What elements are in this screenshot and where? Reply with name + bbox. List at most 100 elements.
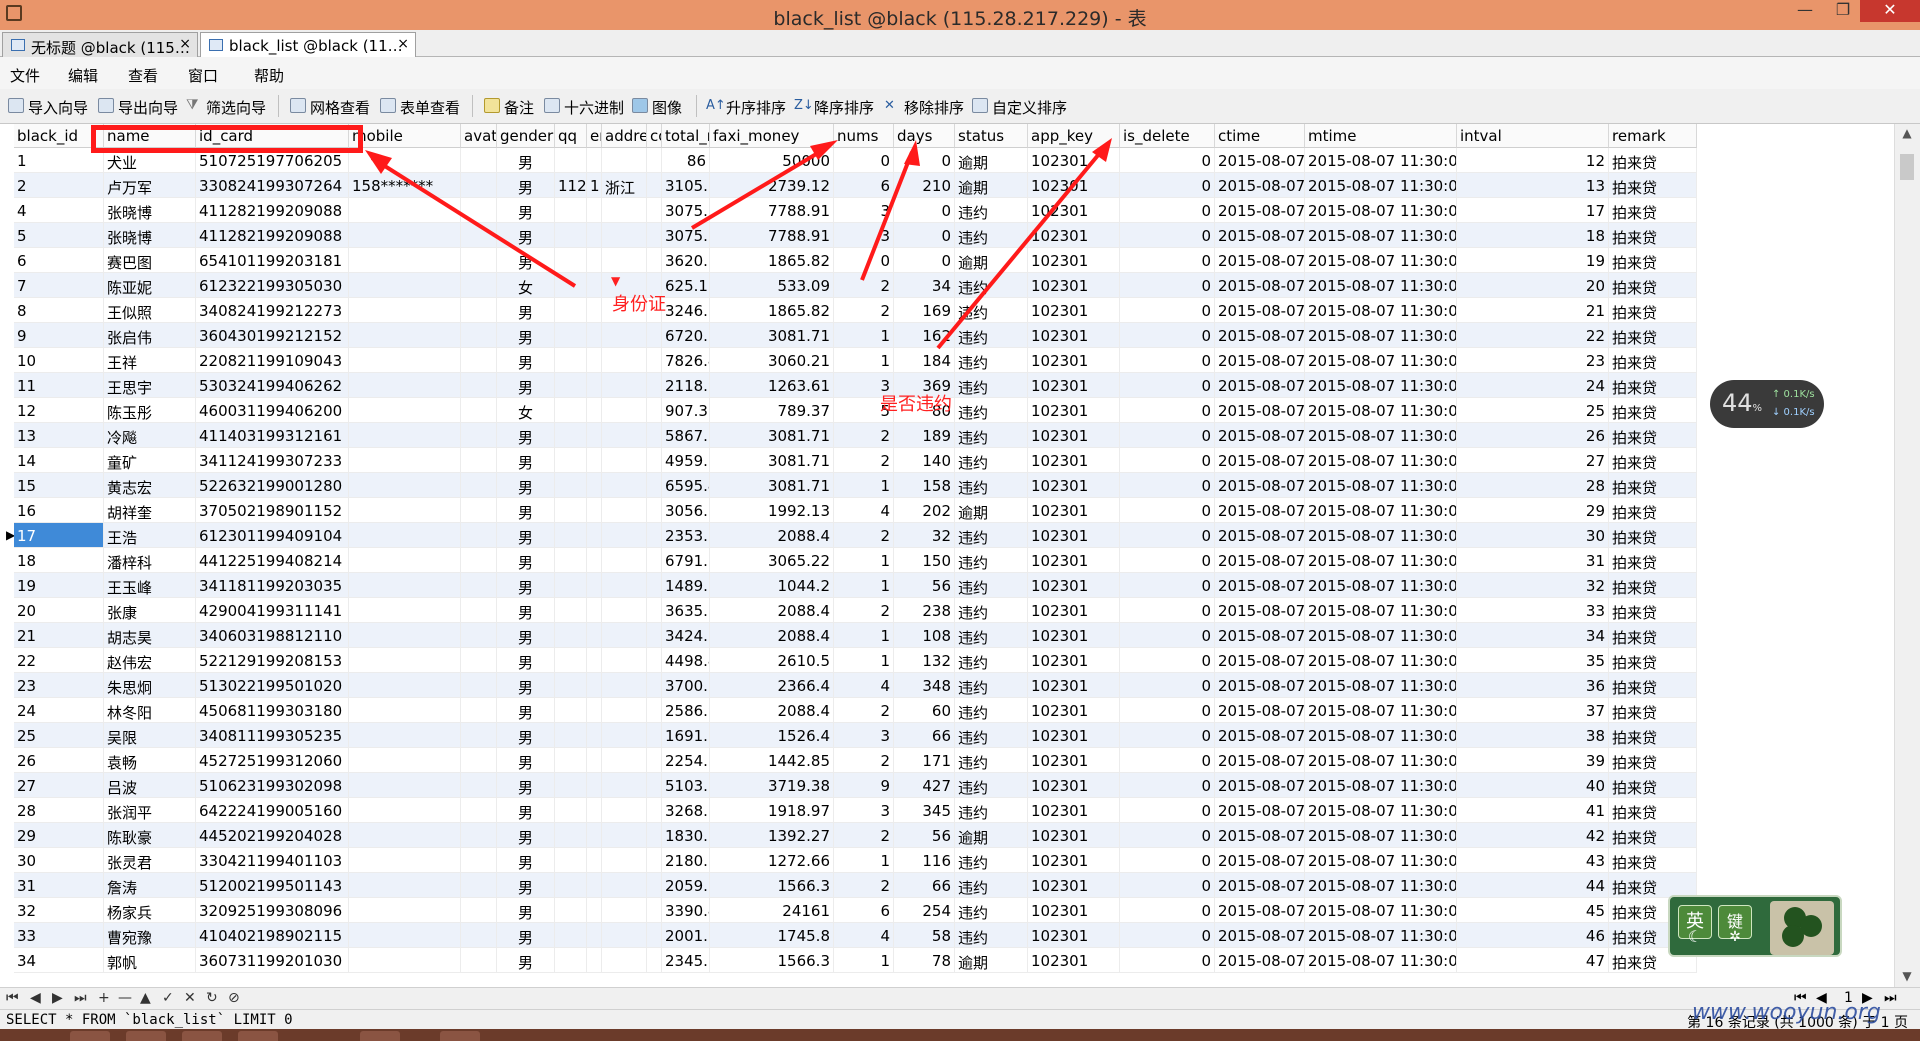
taskbar-app-icon[interactable] [70,1031,110,1041]
filter-wizard-button[interactable]: ⧩ 筛选向导 [186,97,266,118]
table-cell-email[interactable] [587,873,602,898]
table-cell-status[interactable]: 违约 [955,798,1028,823]
table-cell-intval[interactable]: 28 [1457,473,1609,498]
table-cell-days[interactable]: 116 [894,848,955,873]
remove-sort-button[interactable]: ✕ 移除排序 [884,97,964,118]
table-cell-intval[interactable]: 13 [1457,173,1609,198]
table-cell-qq[interactable] [555,498,587,523]
table-cell-gender[interactable]: 男 [497,498,555,523]
table-cell-nums[interactable]: 2 [834,698,894,723]
column-header-gender[interactable]: gender [497,124,555,148]
table-cell-nums[interactable]: 3 [834,798,894,823]
table-cell-app-key[interactable]: 102301 [1028,673,1120,698]
table-cell-total-money[interactable]: 5867.62 [662,423,710,448]
table-cell-gender[interactable]: 男 [497,323,555,348]
table-cell-id-card[interactable]: 411403199312161 [196,423,349,448]
table-cell-gender[interactable]: 男 [497,523,555,548]
table-cell-days[interactable]: 189 [894,423,955,448]
table-cell-avatar[interactable] [461,173,497,198]
table-cell-remark[interactable]: 拍来贷 [1609,348,1697,373]
table-cell-is-delete[interactable]: 0 [1120,273,1215,298]
table-cell-intval[interactable]: 47 [1457,948,1609,973]
table-cell-mtime[interactable]: 2015-08-07 11:30:03 [1305,723,1457,748]
table-cell-remark[interactable]: 拍来贷 [1609,248,1697,273]
table-cell-is-delete[interactable]: 0 [1120,648,1215,673]
table-cell-email[interactable] [587,323,602,348]
table-cell-name[interactable]: 吕波 [104,773,196,798]
table-cell-is-delete[interactable]: 0 [1120,223,1215,248]
table-cell-black-id[interactable]: 28 [14,798,104,823]
table-cell-email[interactable] [587,548,602,573]
table-cell-address[interactable] [602,448,647,473]
column-header-app-key[interactable]: app_key [1028,124,1120,148]
table-cell-qq[interactable] [555,923,587,948]
tab-untitled-query[interactable]: 无标题 @black (115… × [2,32,198,57]
table-cell-total-money[interactable]: 2001.19 [662,923,710,948]
table-cell-app-key[interactable]: 102301 [1028,473,1120,498]
table-cell-mtime[interactable]: 2015-08-07 11:30:02 [1305,648,1457,673]
table-cell-id-card[interactable]: 510623199302098 [196,773,349,798]
table-cell-gender[interactable]: 男 [497,573,555,598]
table-cell-intval[interactable]: 32 [1457,573,1609,598]
table-cell-nums[interactable]: 1 [834,323,894,348]
table-cell-name[interactable]: 林冬阳 [104,698,196,723]
table-cell-avatar[interactable] [461,273,497,298]
tab-black-list[interactable]: black_list @black (11… × [200,32,416,57]
table-cell-gender[interactable]: 男 [497,623,555,648]
table-cell-avatar[interactable] [461,373,497,398]
table-cell-ctime[interactable]: 2015-08-07 11:30:02 [1215,648,1305,673]
table-cell-mobile[interactable] [349,198,461,223]
table-cell-id-card[interactable]: 513022199501020 [196,673,349,698]
table-cell-name[interactable]: 陈玉彤 [104,398,196,423]
pager-last-icon[interactable]: ⏭ [1884,990,1897,1006]
table-cell-is-delete[interactable]: 0 [1120,323,1215,348]
table-cell-total-money[interactable]: 3635.18 [662,598,710,623]
table-cell-qq[interactable] [555,648,587,673]
table-cell-name[interactable]: 张润平 [104,798,196,823]
table-cell-avatar[interactable] [461,423,497,448]
menu-edit[interactable]: 编辑 [68,65,98,86]
table-cell-total-money[interactable]: 7826.45 [662,348,710,373]
table-cell-black-id[interactable]: 20 [14,598,104,623]
table-cell-email[interactable] [587,948,602,973]
table-cell-days[interactable]: 56 [894,573,955,598]
table-cell-intval[interactable]: 23 [1457,348,1609,373]
table-cell-email[interactable] [587,273,602,298]
table-cell-total-money[interactable]: 4498.46 [662,648,710,673]
table-cell-black-id[interactable]: 14 [14,448,104,473]
table-cell-avatar[interactable] [461,573,497,598]
table-cell-qq[interactable] [555,248,587,273]
table-cell-avatar[interactable] [461,523,497,548]
export-wizard-button[interactable]: 导出向导 [98,97,178,118]
table-cell-avatar[interactable] [461,473,497,498]
table-cell-gender[interactable]: 男 [497,948,555,973]
table-cell-mtime[interactable]: 2015-08-07 11:30:02 [1305,323,1457,348]
table-cell-gender[interactable]: 男 [497,673,555,698]
table-cell-address[interactable] [602,598,647,623]
table-cell-black-id[interactable]: 13 [14,423,104,448]
table-cell-address[interactable] [602,373,647,398]
table-cell-remark[interactable]: 拍来贷 [1609,523,1697,548]
column-header-days[interactable]: days [894,124,955,148]
table-cell-faxi-money[interactable]: 2739.12 [710,173,834,198]
column-header-remark[interactable]: remark [1609,124,1697,148]
table-cell-total-money[interactable]: 3268.8 [662,798,710,823]
table-cell-faxi-money[interactable]: 1992.13 [710,498,834,523]
table-cell-days[interactable]: 210 [894,173,955,198]
table-cell-mtime[interactable]: 2015-08-07 11:30:02 [1305,623,1457,648]
table-cell-nums[interactable]: 4 [834,673,894,698]
table-cell-mobile[interactable] [349,898,461,923]
table-cell-status[interactable]: 违约 [955,848,1028,873]
table-cell-gender[interactable]: 男 [497,548,555,573]
table-cell-total-money[interactable]: 2180.79 [662,848,710,873]
table-cell-faxi-money[interactable]: 1865.82 [710,248,834,273]
table-cell-remark[interactable]: 拍来贷 [1609,223,1697,248]
table-cell-mtime[interactable]: 2015-08-07 11:30:02 [1305,698,1457,723]
column-header-faxi-money[interactable]: faxi_money [710,124,834,148]
form-view-button[interactable]: 表单查看 [380,97,460,118]
table-cell-company[interactable] [647,673,662,698]
table-cell-name[interactable]: 童矿 [104,448,196,473]
table-cell-mobile[interactable] [349,323,461,348]
table-cell-avatar[interactable] [461,198,497,223]
table-cell-id-card[interactable]: 654101199203181 [196,248,349,273]
